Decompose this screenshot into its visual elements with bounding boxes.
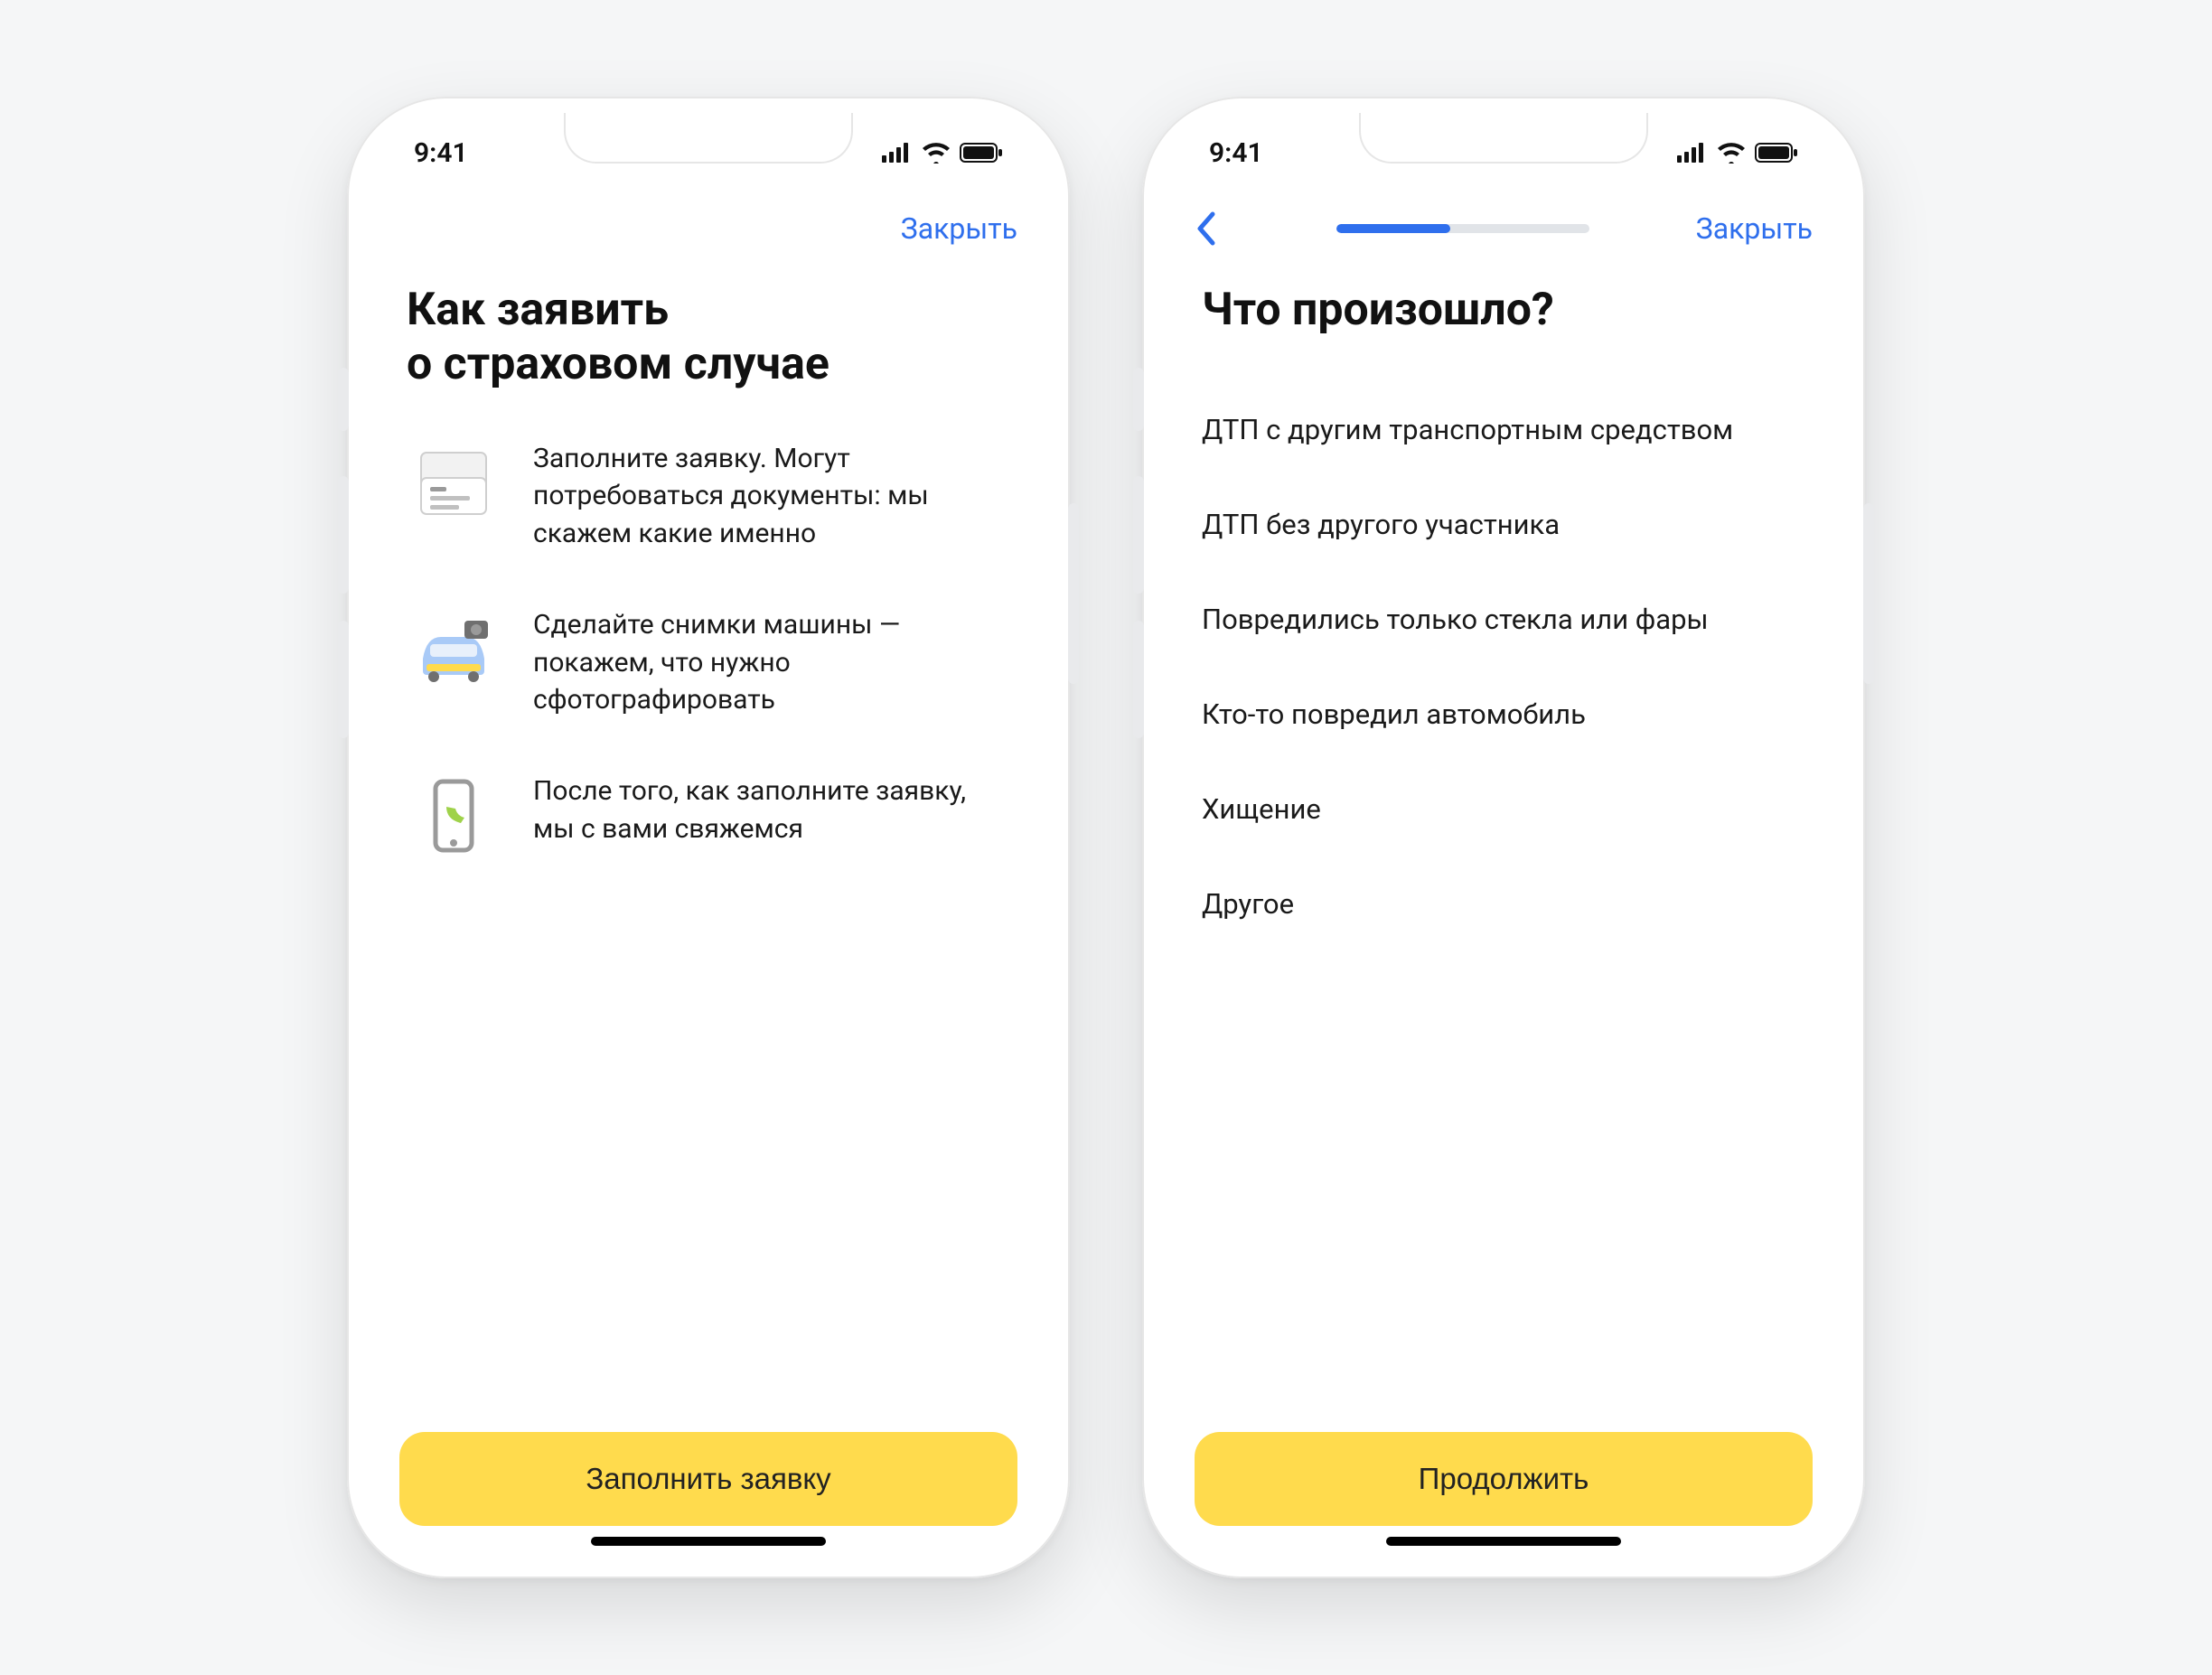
screen-what-happened: 9:41 Закрыть Что произошло? ДТП с другим… (1158, 113, 1849, 1562)
wifi-icon (1717, 142, 1746, 164)
status-time: 9:41 (1209, 137, 1263, 169)
cellular-icon (1677, 143, 1708, 163)
nav-bar: Закрыть (363, 192, 1054, 265)
battery-icon (960, 142, 1003, 164)
page-title: Как заявить о страховом случае (407, 283, 1010, 391)
home-indicator[interactable] (591, 1537, 826, 1546)
option-item[interactable]: Хищение (1202, 762, 1805, 856)
phone-call-icon (407, 769, 501, 863)
title-line: о страховом случае (407, 338, 830, 390)
phone-notch (564, 113, 853, 164)
option-item[interactable]: ДТП с другим транспортным средством (1202, 382, 1805, 477)
phone-mockup-left: 9:41 Закрыть Как заявить о страховом слу… (347, 97, 1070, 1578)
content: Как заявить о страховом случае Запо (363, 265, 1054, 1405)
title-line: Как заявить (407, 284, 669, 336)
progress-bar (1231, 224, 1696, 233)
phone-side-button (1863, 503, 1874, 684)
screen-intro: 9:41 Закрыть Как заявить о страховом слу… (363, 113, 1054, 1562)
phone-side-button (1133, 368, 1144, 431)
car-photo-icon (407, 603, 501, 697)
page-title: Что произошло? (1202, 283, 1805, 337)
step-text: Сделайте снимки машины — покажем, что ну… (533, 603, 1010, 718)
status-icons (1677, 142, 1798, 164)
options-list: ДТП с другим транспортным средством ДТП … (1202, 382, 1805, 951)
phone-side-button (338, 368, 349, 431)
close-button[interactable]: Закрыть (1696, 211, 1813, 246)
continue-button[interactable]: Продолжить (1195, 1432, 1813, 1526)
close-button[interactable]: Закрыть (901, 211, 1017, 246)
phone-side-button (338, 621, 349, 738)
document-icon (407, 436, 501, 530)
step-text: Заполните заявку. Могут потребоваться до… (533, 436, 1010, 552)
option-item[interactable]: ДТП без другого участника (1202, 477, 1805, 572)
phone-side-button (338, 476, 349, 594)
back-button[interactable] (1195, 211, 1231, 247)
progress-fill (1336, 224, 1450, 233)
phone-side-button (1068, 503, 1079, 684)
battery-icon (1755, 142, 1798, 164)
wifi-icon (922, 142, 951, 164)
nav-bar: Закрыть (1158, 192, 1849, 265)
home-indicator[interactable] (1386, 1537, 1621, 1546)
phone-side-button (1133, 621, 1144, 738)
status-icons (882, 142, 1003, 164)
option-item[interactable]: Другое (1202, 856, 1805, 951)
option-item[interactable]: Повредились только стекла или фары (1202, 572, 1805, 667)
step-item: Сделайте снимки машины — покажем, что ну… (407, 603, 1010, 718)
step-text: После того, как заполните заявку, мы с в… (533, 769, 1010, 847)
option-item[interactable]: Кто-то повредил автомобиль (1202, 667, 1805, 762)
fill-application-button[interactable]: Заполнить заявку (399, 1432, 1017, 1526)
phone-side-button (1133, 476, 1144, 594)
content: Что произошло? ДТП с другим транспортным… (1158, 265, 1849, 1405)
phone-notch (1359, 113, 1648, 164)
cellular-icon (882, 143, 913, 163)
step-item: Заполните заявку. Могут потребоваться до… (407, 436, 1010, 552)
chevron-left-icon (1195, 211, 1216, 247)
steps-list: Заполните заявку. Могут потребоваться до… (407, 436, 1010, 863)
phone-mockup-right: 9:41 Закрыть Что произошло? ДТП с другим… (1142, 97, 1865, 1578)
step-item: После того, как заполните заявку, мы с в… (407, 769, 1010, 863)
status-time: 9:41 (414, 137, 468, 169)
